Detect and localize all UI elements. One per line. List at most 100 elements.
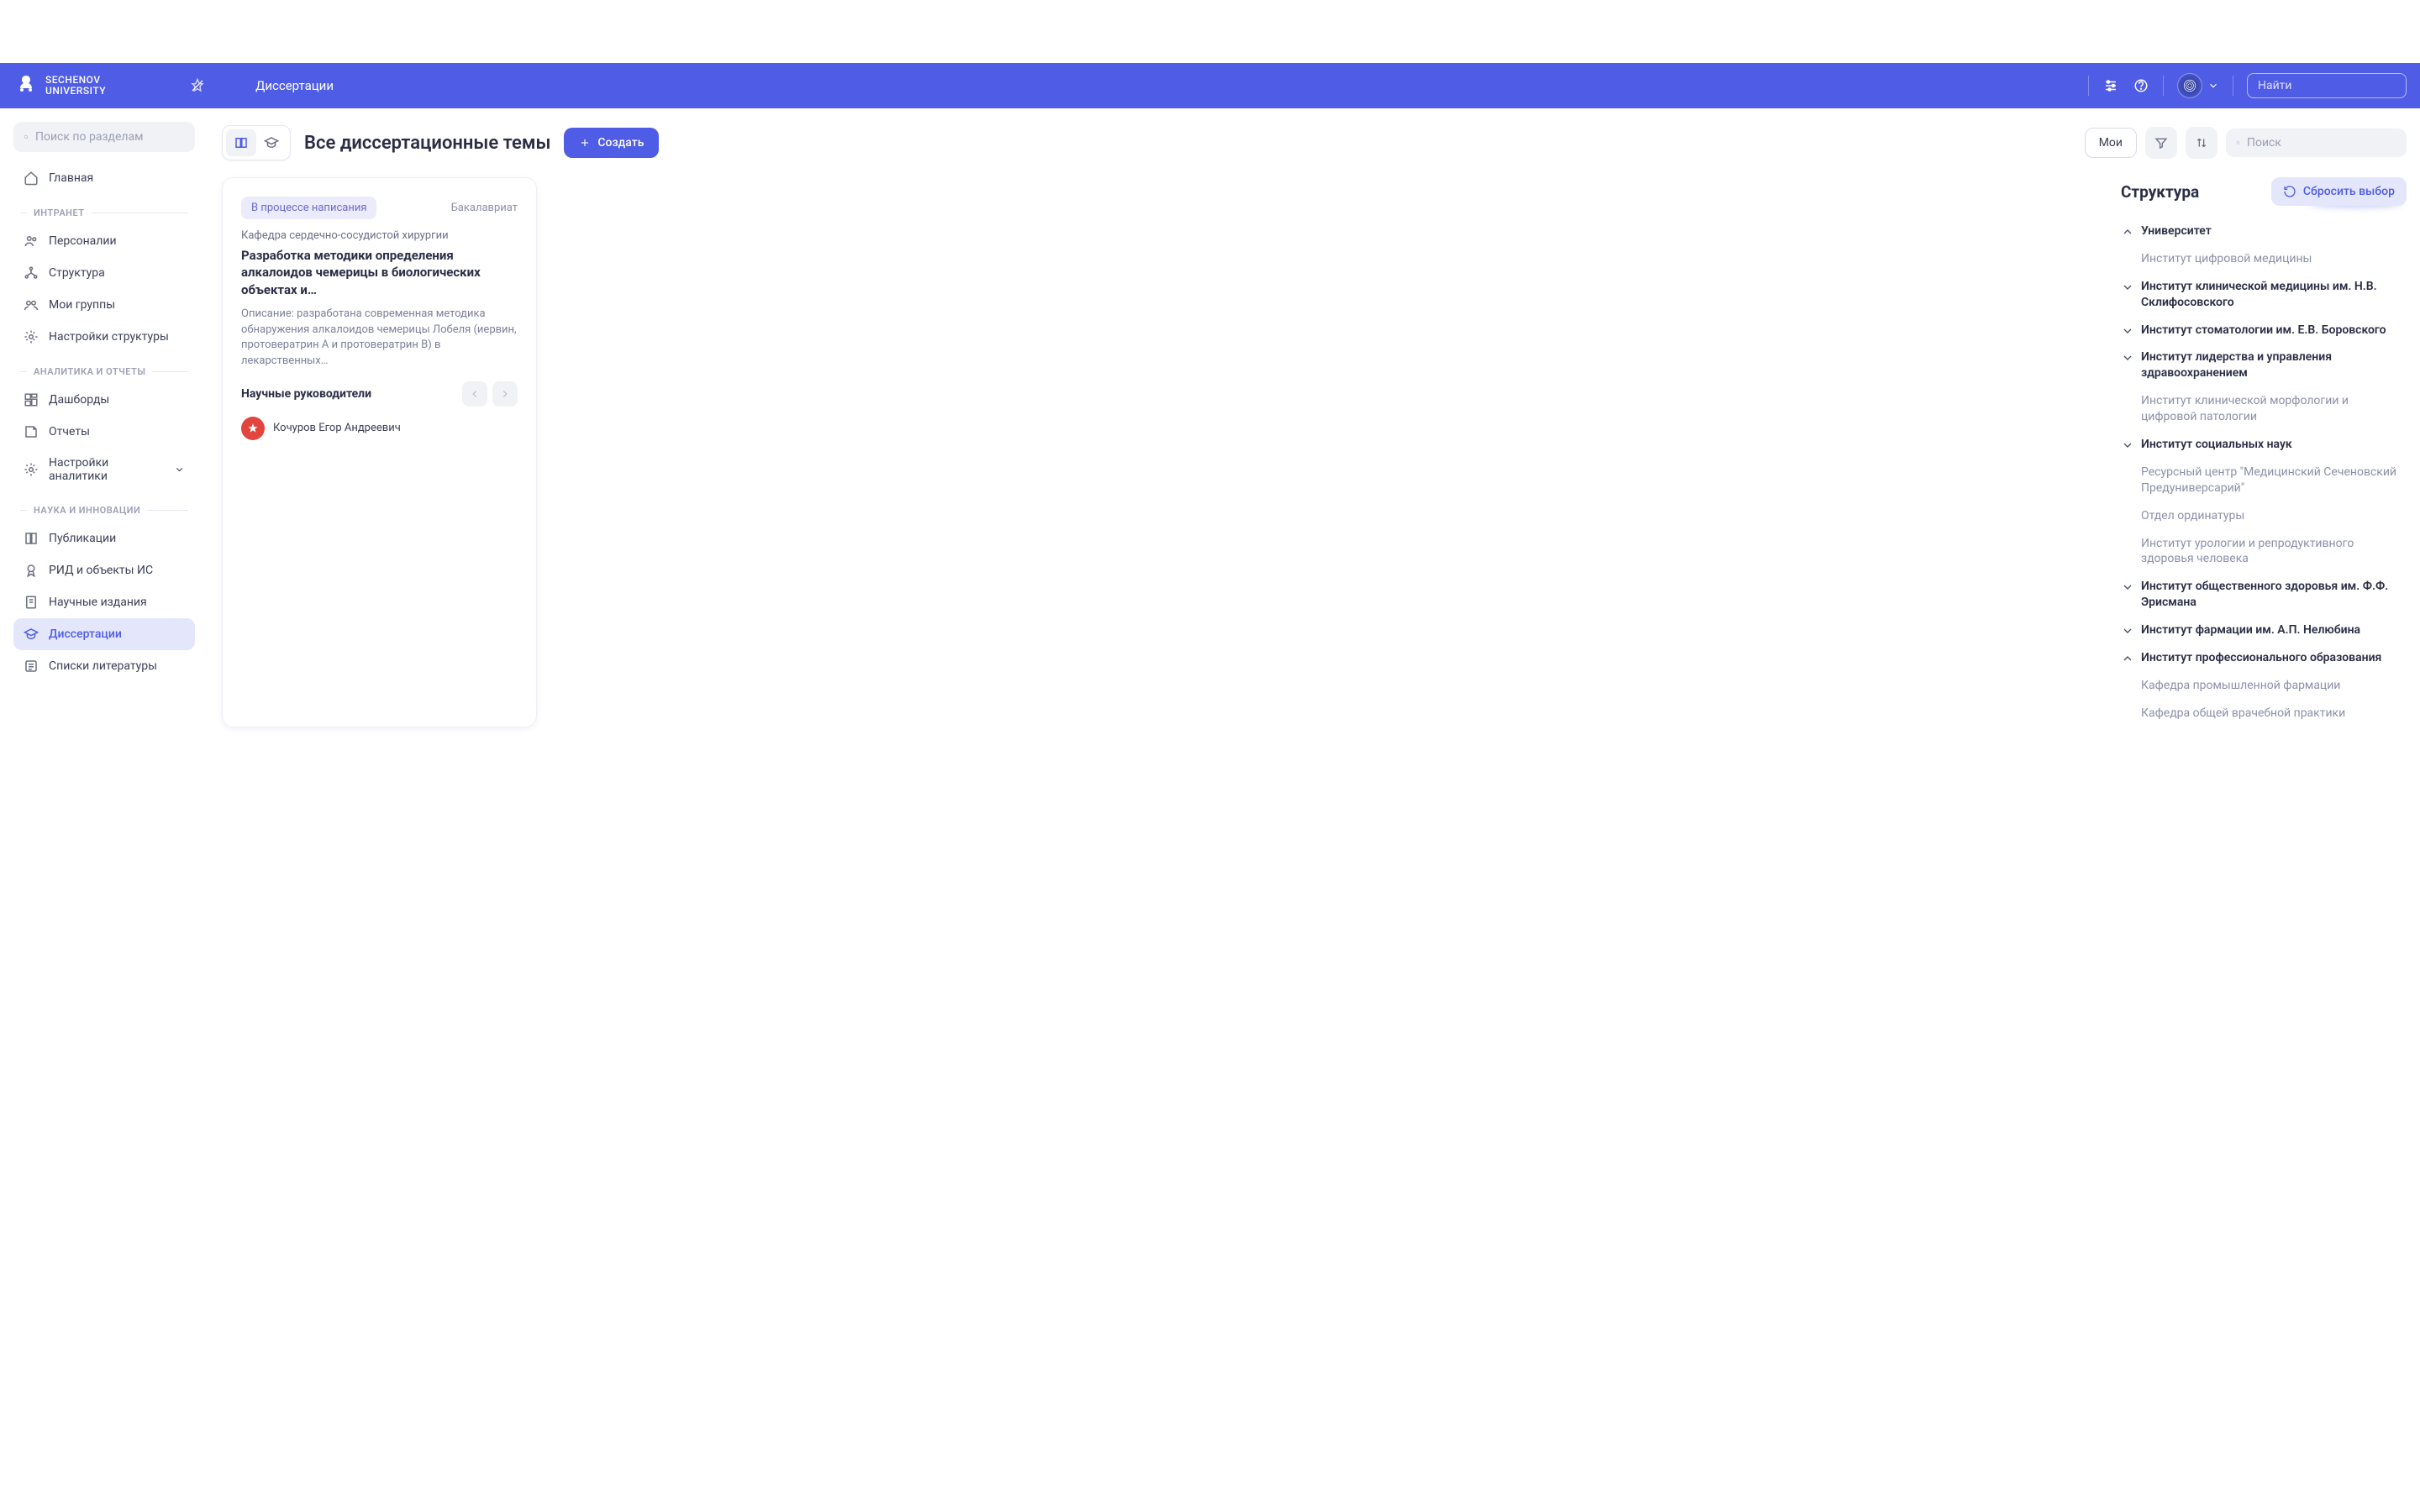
nav-label: РИД и объекты ИС [49,564,153,577]
nav-my-groups[interactable]: Мои группы [13,289,195,321]
tree-label: Кафедра промышленной фармации [2141,678,2340,694]
reset-label: Сбросить выбор [2303,185,2395,198]
tree-label: Институт фармации им. А.П. Нелюбина [2141,622,2360,638]
graduation-cap-icon [24,627,39,642]
nav-reports[interactable]: Отчеты [13,416,195,448]
global-search-input[interactable] [2258,79,2407,92]
nav-label: Отчеты [49,425,90,438]
sort-icon [2195,136,2208,150]
tree-item[interactable]: Кафедра промышленной фармации [2121,672,2407,700]
chevron-down-icon [2207,80,2219,92]
nav-label: Публикации [49,532,116,545]
home-icon [24,171,39,186]
mine-filter-button[interactable]: Мои [2085,128,2137,158]
tree-item[interactable]: Институт общественного здоровья им. Ф.Ф.… [2121,573,2407,617]
pin-icon[interactable] [190,78,205,93]
global-search[interactable] [2247,73,2407,98]
tree-label: Институт урологии и репродуктивного здор… [2141,536,2407,568]
nav-personalii[interactable]: Персоналии [13,225,195,257]
settings-sliders-icon[interactable] [2102,77,2119,94]
create-label: Создать [597,136,644,150]
sidebar-search[interactable] [13,122,195,152]
chevron-left-icon [469,388,481,400]
nav-section-intranet: ИНТРАНЕТ [13,207,195,218]
tree-item[interactable]: Институт клинической морфологии и цифров… [2121,387,2407,431]
card-description: Описание: разработана современная методи… [241,307,518,370]
users-icon [24,234,39,249]
nav-structure[interactable]: Структура [13,257,195,289]
chevron-down-icon [2121,580,2134,594]
tree-item[interactable]: Институт клинической медицины им. Н.В. С… [2121,273,2407,317]
nav-label: Дашборды [49,393,109,407]
main-content: Все диссертационные темы Создать Мои [208,108,2420,1512]
nav-structure-settings[interactable]: Настройки структуры [13,321,195,353]
star-icon [247,423,259,434]
status-badge: В процессе написания [241,197,376,219]
gear-icon [24,462,39,477]
tree-item[interactable]: Институт социальных наук [2121,431,2407,459]
tree-label: Институт клинической морфологии и цифров… [2141,393,2407,425]
tree-label: Институт общественного здоровья им. Ф.Ф.… [2141,579,2407,611]
logo-line2: UNIVERSITY [45,86,106,97]
nav-dashboards[interactable]: Дашборды [13,384,195,416]
supervisor-next-button[interactable] [492,381,518,407]
award-icon [24,563,39,578]
tree-label: Институт стоматологии им. Е.В. Боровског… [2141,323,2386,339]
supervisor-prev-button[interactable] [462,381,487,407]
plus-icon [579,137,591,149]
nav-label: Списки литературы [49,659,157,673]
user-menu[interactable] [2177,73,2219,98]
breadcrumb[interactable]: Диссертации [255,78,334,93]
page-title: Все диссертационные темы [304,133,550,154]
supervisor[interactable]: Кочуров Егор Андреевич [241,417,518,440]
tree-item[interactable]: Кафедра общей врачебной практики [2121,700,2407,727]
supervisor-avatar [241,417,265,440]
create-button[interactable]: Создать [564,128,659,158]
gear-icon [24,329,39,344]
view-cards-button[interactable] [226,129,256,156]
sort-button[interactable] [2186,127,2217,159]
nav-rid[interactable]: РИД и объекты ИС [13,554,195,586]
graduation-cap-icon [264,135,279,150]
nav-section-science: НАУКА И ИННОВАЦИИ [13,505,195,516]
tree-item[interactable]: Отдел ординатуры [2121,502,2407,530]
nav-publications[interactable]: Публикации [13,522,195,554]
search-icon [24,130,29,144]
main-search[interactable] [2226,129,2407,157]
tree-label: Институт лидерства и управления здравоох… [2141,349,2407,381]
tree-item[interactable]: Институт цифровой медицины [2121,245,2407,273]
reset-selection-button[interactable]: Сбросить выбор [2271,177,2407,206]
nav-home[interactable]: Главная [13,162,195,194]
nav-analytics-settings[interactable]: Настройки аналитики [13,448,195,491]
chevron-right-icon [499,388,511,400]
nav-label: Научные издания [49,596,147,609]
nav-label: Настройки структуры [49,330,169,344]
chevron-down-icon [2121,281,2134,294]
dissertation-card[interactable]: В процессе написания Бакалавриат Кафедра… [222,177,537,727]
nav-bibliography[interactable]: Списки литературы [13,650,195,682]
nav-dissertations[interactable]: Диссертации [13,618,195,650]
nav-journals[interactable]: Научные издания [13,586,195,618]
tree-item[interactable]: Институт профессионального образования [2121,644,2407,672]
sidebar: Главная ИНТРАНЕТ Персоналии Структура Мо… [0,108,208,1512]
main-search-input[interactable] [2247,136,2396,150]
structure-title: Структура [2121,182,2199,202]
tree-item[interactable]: Ресурсный центр "Медицинский Сеченовский… [2121,459,2407,502]
sidebar-search-input[interactable] [35,130,185,144]
filter-button[interactable] [2145,127,2177,159]
tree-item[interactable]: Институт стоматологии им. Е.В. Боровског… [2121,317,2407,344]
logo[interactable]: SECHENOV UNIVERSITY [13,73,106,98]
level-text: Бакалавриат [451,202,518,214]
tree-root[interactable]: Университет [2121,218,2407,245]
nav-label: Структура [49,266,105,280]
chevron-down-icon [2121,624,2134,638]
tree-item[interactable]: Институт лидерства и управления здравоох… [2121,344,2407,387]
view-list-button[interactable] [256,129,287,156]
help-icon[interactable] [2133,77,2149,94]
chevron-up-icon [2121,225,2134,239]
tree-label: Университет [2141,223,2212,239]
nav-section-analytics: АНАЛИТИКА И ОТЧЕТЫ [13,366,195,377]
tree-item[interactable]: Институт урологии и репродуктивного здор… [2121,530,2407,574]
tree-item[interactable]: Институт фармации им. А.П. Нелюбина [2121,617,2407,644]
journal-icon [24,595,39,610]
